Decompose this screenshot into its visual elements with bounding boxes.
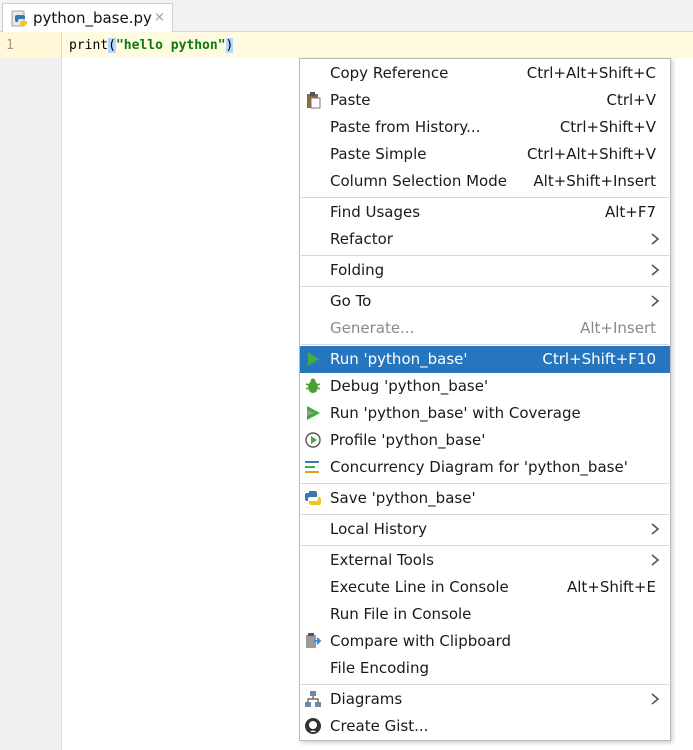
menu-item-save[interactable]: Save 'python_base': [300, 485, 670, 512]
menu-item-go-to[interactable]: Go To: [300, 288, 670, 315]
menu-item-execute-line-in-console[interactable]: Execute Line in Console Alt+Shift+E: [300, 574, 670, 601]
menu-separator: [301, 197, 669, 198]
python-icon: [305, 491, 321, 505]
menu-item-file-encoding[interactable]: File Encoding: [300, 655, 670, 682]
close-icon[interactable]: ×: [154, 10, 165, 25]
profile-icon: [305, 432, 321, 448]
menu-item-column-selection-mode[interactable]: Column Selection Mode Alt+Shift+Insert: [300, 168, 670, 195]
line-number: 1: [6, 38, 14, 53]
menu-item-debug[interactable]: Debug 'python_base': [300, 373, 670, 400]
python-file-icon: [11, 10, 27, 27]
menu-separator: [301, 286, 669, 287]
menu-separator: [301, 514, 669, 515]
menu-item-compare-with-clipboard[interactable]: Compare with Clipboard: [300, 628, 670, 655]
menu-item-copy-reference[interactable]: Copy Reference Ctrl+Alt+Shift+C: [300, 60, 670, 87]
menu-separator: [301, 684, 669, 685]
menu-item-run-file-in-console[interactable]: Run File in Console: [300, 601, 670, 628]
menu-item-local-history[interactable]: Local History: [300, 516, 670, 543]
menu-item-run[interactable]: Run 'python_base' Ctrl+Shift+F10: [300, 346, 670, 373]
line-gutter: 1: [0, 32, 62, 750]
submenu-arrow-icon: [651, 693, 660, 705]
menu-item-run-with-coverage[interactable]: Run 'python_base' with Coverage: [300, 400, 670, 427]
debug-icon: [305, 378, 321, 393]
compare-icon: [306, 633, 322, 648]
menu-item-profile[interactable]: Profile 'python_base': [300, 427, 670, 454]
menu-item-paste-simple[interactable]: Paste Simple Ctrl+Alt+Shift+V: [300, 141, 670, 168]
menu-item-external-tools[interactable]: External Tools: [300, 547, 670, 574]
menu-separator: [301, 344, 669, 345]
menu-item-create-gist[interactable]: Create Gist...: [300, 713, 670, 740]
code-func: print: [69, 38, 109, 53]
code-open-paren: (: [108, 38, 116, 53]
menu-separator: [301, 545, 669, 546]
code-string: "hello python": [115, 38, 226, 53]
menu-item-paste[interactable]: Paste Ctrl+V: [300, 87, 670, 114]
submenu-arrow-icon: [651, 233, 660, 245]
menu-separator: [301, 483, 669, 484]
editor-tab-bar: python_base.py ×: [0, 0, 693, 32]
context-menu: Copy Reference Ctrl+Alt+Shift+C Paste Ct…: [299, 58, 671, 741]
submenu-arrow-icon: [651, 523, 660, 535]
tab-python-base[interactable]: python_base.py ×: [2, 3, 173, 32]
tab-title: python_base.py: [33, 9, 152, 27]
menu-item-refactor[interactable]: Refactor: [300, 226, 670, 253]
submenu-arrow-icon: [651, 264, 660, 276]
menu-item-folding[interactable]: Folding: [300, 257, 670, 284]
submenu-arrow-icon: [651, 554, 660, 566]
run-icon: [308, 352, 319, 366]
code-line[interactable]: print("hello python"): [69, 38, 234, 53]
coverage-icon: [307, 406, 320, 420]
clipboard-icon: [307, 92, 321, 109]
menu-item-find-usages[interactable]: Find Usages Alt+F7: [300, 199, 670, 226]
diagram-icon: [305, 691, 321, 707]
submenu-arrow-icon: [651, 295, 660, 307]
menu-item-paste-from-history[interactable]: Paste from History... Ctrl+Shift+V: [300, 114, 670, 141]
menu-separator: [301, 255, 669, 256]
menu-item-concurrency-diagram[interactable]: Concurrency Diagram for 'python_base': [300, 454, 670, 481]
menu-item-diagrams[interactable]: Diagrams: [300, 686, 670, 713]
github-icon: [305, 718, 321, 734]
code-close-paren: ): [225, 38, 234, 53]
concurrency-icon: [305, 461, 319, 473]
menu-item-generate: Generate... Alt+Insert: [330, 319, 656, 337]
